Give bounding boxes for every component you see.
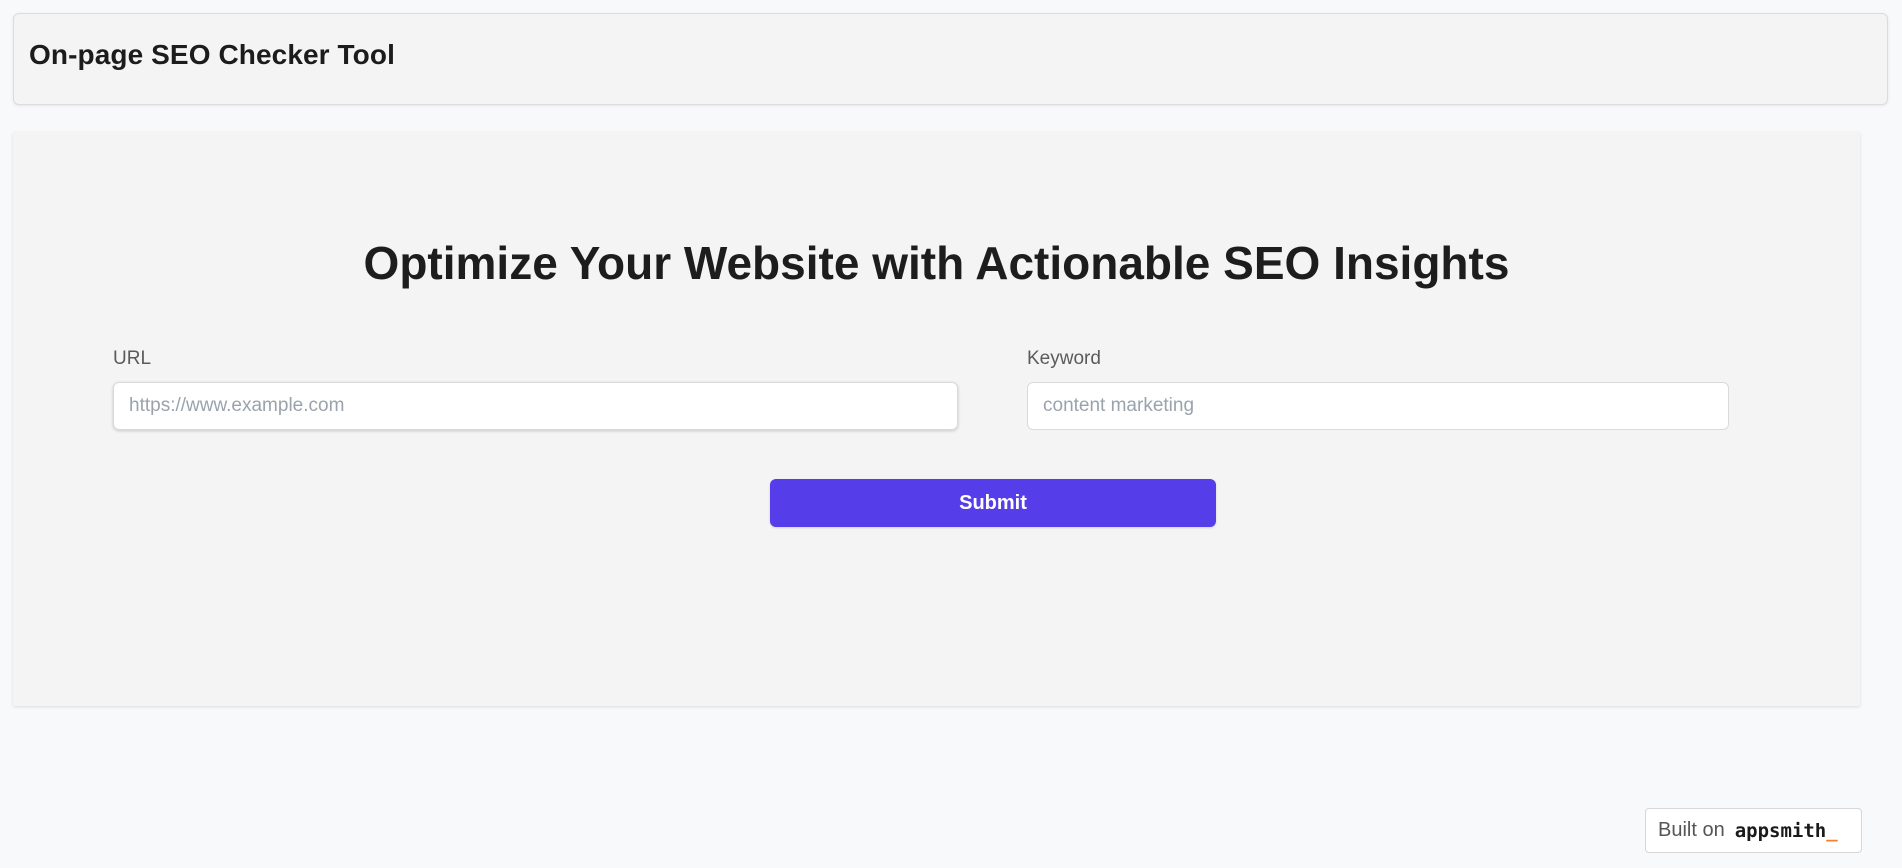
submit-button[interactable]: Submit bbox=[770, 479, 1216, 527]
badge-prefix: Built on bbox=[1658, 819, 1725, 841]
main-form-card: Optimize Your Website with Actionable SE… bbox=[13, 132, 1860, 706]
keyword-field-label: Keyword bbox=[1027, 348, 1101, 369]
logo-cursor-mark: _ bbox=[1826, 819, 1838, 842]
url-field-label: URL bbox=[113, 348, 152, 369]
built-on-appsmith-badge[interactable]: Built on appsmith _ bbox=[1645, 808, 1862, 853]
page-heading: Optimize Your Website with Actionable SE… bbox=[363, 237, 1510, 289]
app-title: On-page SEO Checker Tool bbox=[29, 39, 395, 70]
keyword-input[interactable] bbox=[1027, 382, 1729, 430]
app-header: On-page SEO Checker Tool bbox=[13, 13, 1888, 105]
appsmith-logo-text: appsmith bbox=[1734, 819, 1827, 842]
url-input[interactable] bbox=[113, 382, 958, 430]
